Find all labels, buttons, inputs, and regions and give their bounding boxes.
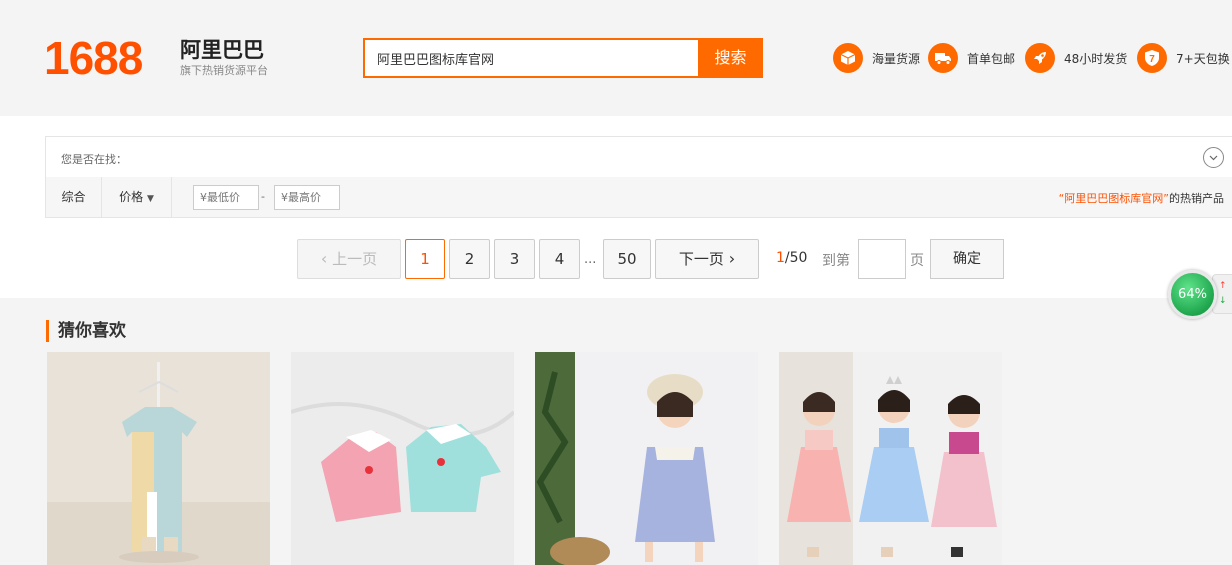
hot-keyword[interactable]: “阿里巴巴图标库官网” <box>1059 192 1169 205</box>
suggestion-bar: 您是否在找： <box>45 136 1232 178</box>
rocket-icon <box>1025 43 1055 73</box>
goto-confirm-button[interactable]: 确定 <box>930 239 1004 279</box>
goto-page-input[interactable] <box>858 239 906 279</box>
suggestion-label: 您是否在找： <box>61 153 127 166</box>
product-card[interactable] <box>291 352 514 565</box>
product-card[interactable] <box>535 352 758 565</box>
caret-down-icon: ▼ <box>146 194 154 204</box>
feature-item: 7 7+天包换 <box>1137 42 1230 74</box>
box-icon <box>833 43 863 73</box>
page-1-button[interactable]: 1 <box>405 239 445 279</box>
feature-item: 48小时发货 <box>1025 42 1127 74</box>
header: 1688 阿里巴巴 旗下热销货源平台 搜索 海量货源 首单包邮 48小时发货 7… <box>0 0 1232 116</box>
feature-label: 48小时发货 <box>1064 51 1128 66</box>
shield-7-icon: 7 <box>1137 43 1167 73</box>
total-pages: /50 <box>784 250 808 266</box>
svg-text:7: 7 <box>1149 54 1155 65</box>
max-price-input[interactable] <box>274 185 340 210</box>
page-3-button[interactable]: 3 <box>494 239 535 279</box>
sort-price-label: 价格 <box>119 190 144 204</box>
search-results-panel: 您是否在找： 综合 价格 ▼ - “阿里巴巴图标库官网”的热销产品 ‹ 上一页 … <box>0 116 1232 298</box>
feature-label: 海量货源 <box>872 51 921 66</box>
filter-bar: 综合 价格 ▼ - “阿里巴巴图标库官网”的热销产品 <box>45 177 1232 218</box>
page-2-button[interactable]: 2 <box>449 239 490 279</box>
search-input[interactable] <box>363 38 699 78</box>
next-page-label: 下一页 <box>678 250 724 268</box>
prev-page-button[interactable]: ‹ 上一页 <box>297 239 401 279</box>
prev-page-label: 上一页 <box>332 250 378 268</box>
arrow-down-icon: ↓ <box>1219 296 1227 306</box>
truck-icon <box>928 43 958 73</box>
feature-label: 首单包邮 <box>967 51 1016 66</box>
price-dash: - <box>261 190 265 203</box>
logo-1688[interactable]: 1688 <box>44 32 143 84</box>
feature-label: 7+天包换 <box>1176 51 1230 66</box>
goto-label: 到第 <box>822 253 850 269</box>
feature-item: 海量货源 <box>833 42 920 74</box>
guess-title: 猜你喜欢 <box>46 320 126 342</box>
sort-default[interactable]: 综合 <box>46 177 102 217</box>
next-page-button[interactable]: 下一页 › <box>655 239 759 279</box>
product-card[interactable] <box>47 352 270 565</box>
current-page: 1 <box>776 250 785 266</box>
chevron-left-icon: ‹ <box>320 249 328 268</box>
hot-products-note: “阿里巴巴图标库官网”的热销产品 <box>1059 190 1224 206</box>
product-image[interactable] <box>779 352 1002 565</box>
speed-ball[interactable]: 64% <box>1168 270 1217 319</box>
pagination-ellipsis: ... <box>584 252 597 267</box>
logo-subtitle: 旗下热销货源平台 <box>180 64 268 77</box>
product-image[interactable] <box>535 352 758 565</box>
product-image[interactable] <box>291 352 514 565</box>
page-count: 1/50 <box>776 250 807 266</box>
product-card[interactable] <box>779 352 1002 565</box>
product-image[interactable] <box>47 352 270 565</box>
chevron-down-icon[interactable] <box>1203 147 1224 168</box>
hot-suffix: 的热销产品 <box>1169 192 1224 205</box>
sort-price[interactable]: 价格 ▼ <box>102 177 172 217</box>
page-suffix-label: 页 <box>910 253 924 269</box>
search-button[interactable]: 搜索 <box>698 38 763 78</box>
logo-name[interactable]: 阿里巴巴 <box>180 38 264 62</box>
min-price-input[interactable] <box>193 185 259 210</box>
arrow-up-icon: ↑ <box>1219 281 1227 291</box>
feature-item: 首单包邮 <box>928 42 1015 74</box>
chevron-right-icon: › <box>728 249 736 268</box>
page-50-button[interactable]: 50 <box>603 239 651 279</box>
page-4-button[interactable]: 4 <box>539 239 580 279</box>
